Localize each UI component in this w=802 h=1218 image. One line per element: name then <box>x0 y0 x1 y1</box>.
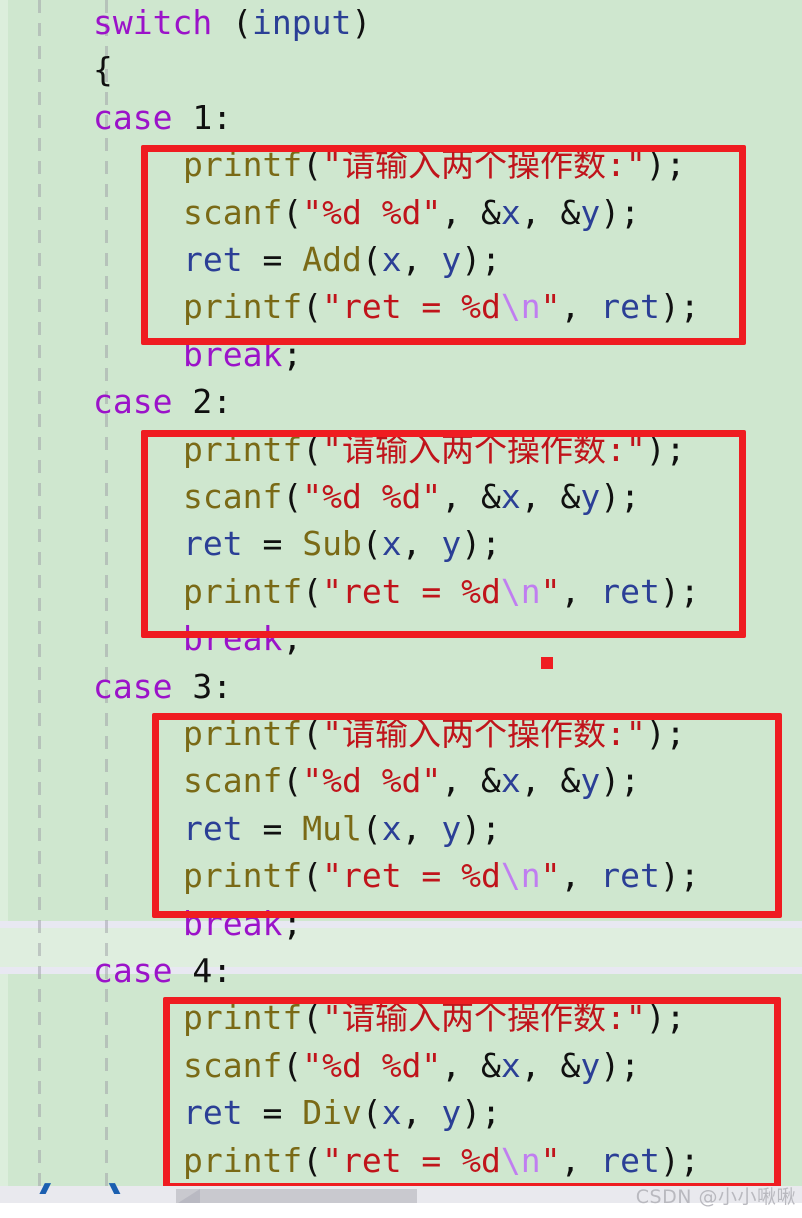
code-token-pun <box>172 951 192 990</box>
code-token-kw: case <box>93 951 173 990</box>
code-token-var: input <box>251 3 352 42</box>
code-token-kw: case <box>93 97 173 137</box>
indent-guide-level-2 <box>105 0 108 1186</box>
case-4-body-highlight <box>163 997 781 1186</box>
code-editor-canvas[interactable]: switch (input){case 1: printf("请输入两个操作数:"… <box>0 0 802 1186</box>
code-token-kw: case <box>93 666 173 706</box>
code-token-pun: : <box>212 97 233 137</box>
code-token-pun: { <box>93 50 113 90</box>
code-token-pun: 4 <box>192 951 213 990</box>
code-line[interactable]: case 1: <box>93 101 232 134</box>
csdn-watermark: CSDN @小小啾啾 <box>635 1186 796 1208</box>
code-token-pun: 2 <box>192 382 213 422</box>
code-line[interactable]: case 4: <box>93 954 232 987</box>
row-separator <box>0 921 802 928</box>
case-3-body-highlight <box>152 713 782 918</box>
code-token-pun <box>172 667 192 706</box>
horizontal-scrollbar-thumb[interactable] <box>176 1189 418 1203</box>
indent-guide-level-1 <box>38 0 41 1186</box>
code-token-pun: ( <box>232 3 252 42</box>
code-token-pun: : <box>212 382 233 422</box>
code-token-pun: : <box>212 951 233 990</box>
editor-left-gutter <box>0 0 8 1186</box>
code-token-pun <box>212 3 232 42</box>
chevron-right-icon[interactable]: ❱ <box>104 1182 126 1194</box>
code-line[interactable]: switch (input) <box>93 6 371 39</box>
code-line[interactable]: case 2: <box>93 385 232 418</box>
code-token-kw: switch <box>93 3 213 42</box>
code-token-kw: case <box>93 382 173 422</box>
code-line[interactable]: case 3: <box>93 670 232 703</box>
code-token-pun: 3 <box>192 666 213 706</box>
code-token-pun: ) <box>351 3 372 42</box>
case-1-body-highlight <box>141 145 746 345</box>
code-token-pun: 1 <box>192 97 213 137</box>
red-marker-dot <box>541 657 553 669</box>
code-token-pun <box>172 382 192 421</box>
code-token-pun: : <box>212 666 233 706</box>
code-line[interactable]: { <box>93 53 113 86</box>
case-2-body-highlight <box>141 430 746 638</box>
code-token-pun <box>172 98 192 137</box>
chevron-left-icon[interactable]: ❰ <box>34 1182 56 1194</box>
